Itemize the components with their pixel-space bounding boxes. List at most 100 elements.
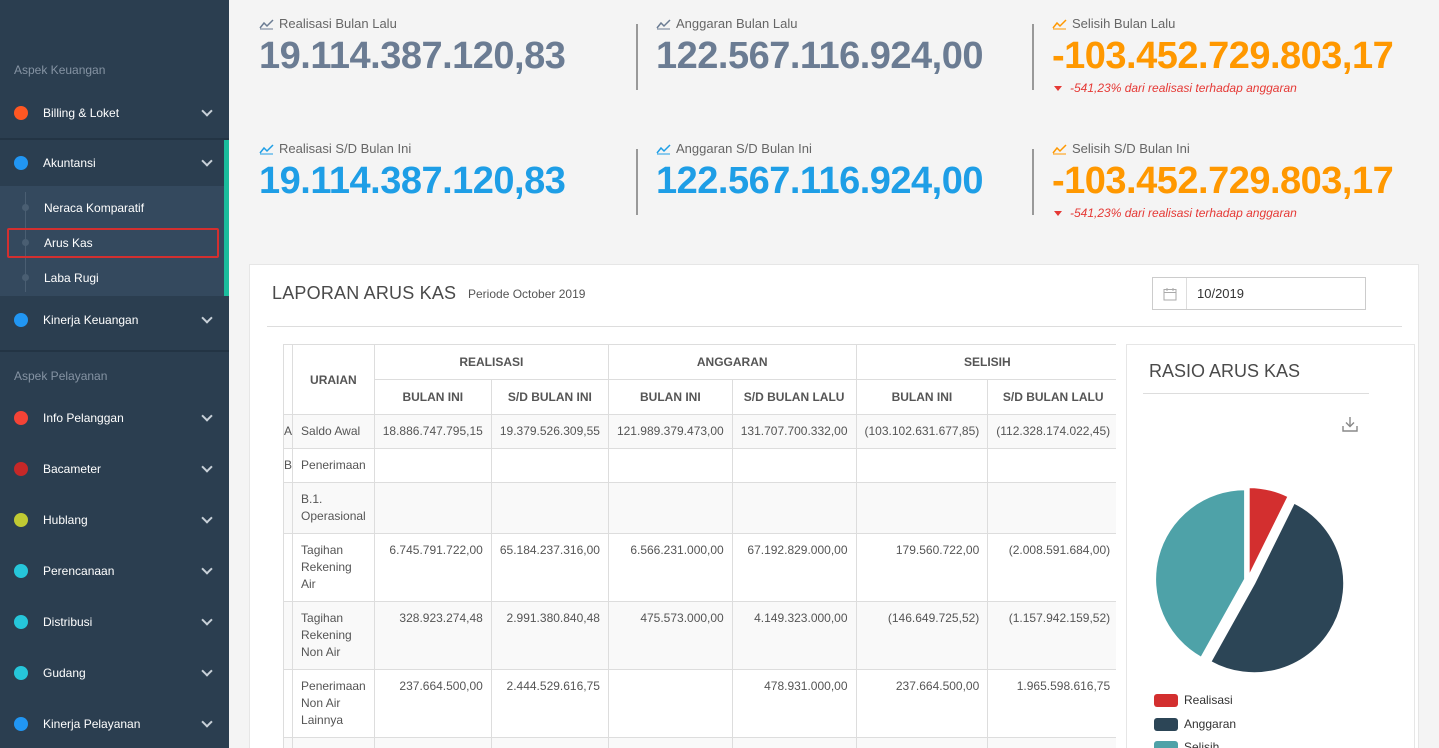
info-pelanggan-dot-icon [14,411,28,425]
kpi-title: Anggaran S/D Bulan Ini [676,141,812,156]
legend-label: Selisih [1184,740,1220,748]
sidebar-item-distribusi[interactable]: Distribusi [0,597,229,647]
billing-dot-icon [14,106,28,120]
kpi-title: Selisih S/D Bulan Ini [1072,141,1190,156]
subheader: S/D BULAN INI [490,379,609,415]
kpi-title: Realisasi Bulan Lalu [279,16,397,31]
kpi-note-text: -541,23% dari realisasi terhadap anggara… [1070,206,1297,220]
index-header [283,344,294,415]
akuntansi-dot-icon [14,156,28,170]
section-aspek-keuangan: Aspek Keuangan [14,63,106,77]
row-label: Tagihan Rekening Non Air [292,601,375,670]
table-cell: 6.745.791.722,00 [373,533,492,602]
kpi-value: -103.452.729.803,17 [1052,35,1394,77]
subheader: S/D BULAN LALU [731,379,857,415]
subitem-label: Neraca Komparatif [44,200,145,215]
report-period: Periode October 2019 [468,287,586,301]
caret-down-icon [1054,210,1062,216]
chevron-down-icon [201,105,213,117]
trend-chart-icon [1052,143,1067,154]
sidebar-item-hublang[interactable]: Hublang [0,495,229,545]
legend-swatch [1154,740,1178,748]
kpi-title: Realisasi S/D Bulan Ini [279,141,412,156]
table-cell: (1.200.935.226,77) [987,737,1116,748]
kpi-realisasi-bulan-lalu: Realisasi Bulan Lalu 19.114.387.120,83 [259,16,566,77]
table-row: B Penerimaan [283,448,1116,483]
table-cell [490,482,609,534]
table-cell: 328.923.274,48 [373,601,492,670]
sidebar-subitem-neraca-komparatif[interactable]: Neraca Komparatif [0,190,224,225]
cashflow-table-scroll[interactable]: URAIAN REALISASI ANGGARAN SELISIH BULAN … [283,344,1116,748]
table-cell [855,448,989,483]
subheader: BULAN INI [373,379,492,415]
uraian-header: URAIAN [292,344,375,415]
legend-label: Realisasi [1184,693,1233,707]
legend-label: Anggaran [1184,717,1237,731]
sidebar-subitem-laba-rugi[interactable]: Laba Rugi [0,260,224,295]
table-cell: 237.664.500,00 [373,669,492,738]
chevron-down-icon [201,155,213,167]
table-cell [373,448,492,483]
sidebar-item-akuntansi[interactable]: Akuntansi [0,138,229,188]
chevron-down-icon [201,563,213,575]
sidebar-item-label: Distribusi [43,615,93,629]
table-cell [373,482,492,534]
subheader: BULAN INI [855,379,989,415]
sidebar-item-gudang[interactable]: Gudang [0,648,229,698]
sidebar-item-label: Kinerja Keuangan [43,313,139,327]
table-cell [731,482,857,534]
table-cell [607,448,733,483]
calendar-icon[interactable] [1153,278,1187,309]
table-row: Penerimaan Non Air Lainnya 237.664.500,00… [283,669,1116,738]
legend-item-selisih[interactable]: Selisih [1154,740,1219,748]
kpi-note-text: -541,23% dari realisasi terhadap anggara… [1070,81,1297,95]
hublang-dot-icon [14,513,28,527]
download-icon[interactable] [1341,415,1359,433]
row-label: Penerimaan Non Air Lainnya [292,669,375,738]
legend-item-realisasi[interactable]: Realisasi [1154,693,1233,707]
table-cell: 7.041.804.000,00 [607,737,733,748]
trend-chart-icon [259,143,274,154]
month-picker-value: 10/2019 [1197,286,1244,301]
trend-chart-icon [656,18,671,29]
report-title: LAPORAN ARUS KAS [272,283,457,303]
sidebar-item-label: Hublang [43,513,88,527]
table-cell: 71.821.083.000,00 [731,737,857,748]
table-cell: 1.965.598.616,75 [987,669,1116,738]
sidebar: Aspek Keuangan Billing & Loket Akuntansi… [0,0,229,748]
table-cell: 2.991.380.840,48 [490,601,609,670]
kpi-note: -541,23% dari realisasi terhadap anggara… [1052,206,1393,220]
report-card: LAPORAN ARUS KAS Periode October 2019 10… [249,264,1419,748]
divider [267,326,1402,327]
sidebar-item-billing-loket[interactable]: Billing & Loket [0,88,229,138]
sidebar-item-bacameter[interactable]: Bacameter [0,444,229,494]
cashflow-table: URAIAN REALISASI ANGGARAN SELISIH BULAN … [283,344,1116,748]
chevron-down-icon [201,614,213,626]
row-index [283,482,294,534]
row-index: A [283,414,294,449]
trend-chart-icon [656,143,671,154]
kpi-title: Anggaran Bulan Lalu [676,16,798,31]
table-cell: 121.989.379.473,00 [607,414,733,449]
table-row: A Saldo Awal 18.886.747.795,15 19.379.526.3… [283,414,1116,449]
table-cell [987,482,1116,534]
row-label: Saldo Awal [292,414,375,449]
table-cell: (2.008.591.684,00) [987,533,1116,602]
row-label: Penerimaan [292,448,375,483]
sidebar-item-info-pelanggan[interactable]: Info Pelanggan [0,393,229,443]
trend-chart-icon [259,18,274,29]
active-subitem-highlight [7,228,219,258]
table-cell: 4.149.323.000,00 [731,601,857,670]
sidebar-item-kinerja-keuangan[interactable]: Kinerja Keuangan [0,295,229,345]
pie-chart-panel: RASIO ARUS KAS Realisasi Anggaran Selisi… [1126,344,1415,748]
table-cell: (103.102.631.677,85) [855,414,989,449]
chevron-down-icon [201,312,213,324]
legend-item-anggaran[interactable]: Anggaran [1154,717,1236,731]
divider [1143,393,1369,394]
month-picker-input[interactable]: 10/2019 [1152,277,1366,310]
sidebar-item-kinerja-pelayanan[interactable]: Kinerja Pelayanan [0,699,229,748]
table-cell [490,448,609,483]
subheader: BULAN INI [607,379,733,415]
sidebar-item-perencanaan[interactable]: Perencanaan [0,546,229,596]
caret-down-icon [1054,85,1062,91]
